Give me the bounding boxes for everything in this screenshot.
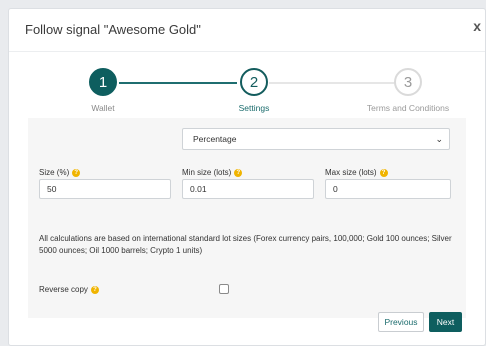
step-1-label: Wallet xyxy=(91,103,115,113)
chevron-down-icon: ⌄ xyxy=(435,134,443,144)
settings-panel: Percentage ⌄ Size (%) ? 50 Min size (lot… xyxy=(28,118,466,318)
step-3-circle: 3 xyxy=(394,68,422,96)
size-input[interactable]: 50 xyxy=(39,179,171,199)
reverse-copy-checkbox[interactable] xyxy=(219,284,229,294)
max-size-label-text: Max size (lots) xyxy=(325,168,377,177)
dialog-title: Follow signal "Awesome Gold" xyxy=(25,22,201,37)
min-size-label-text: Min size (lots) xyxy=(182,168,232,177)
stepper: 1 2 3 Wallet Settings Terms and Conditio… xyxy=(9,67,486,117)
help-icon[interactable]: ? xyxy=(90,285,99,294)
close-icon[interactable]: x xyxy=(473,18,481,34)
step-2-label: Settings xyxy=(238,103,270,113)
max-size-input[interactable]: 0 xyxy=(325,179,451,199)
step-connector-2 xyxy=(269,82,395,84)
reverse-copy-label: Reverse copy ? xyxy=(39,285,99,294)
size-label: Size (%) ? xyxy=(39,168,81,177)
next-button[interactable]: Next xyxy=(429,312,462,332)
size-label-text: Size (%) xyxy=(39,168,70,177)
min-size-label: Min size (lots) ? xyxy=(182,168,243,177)
max-size-label: Max size (lots) ? xyxy=(325,168,388,177)
help-icon[interactable]: ? xyxy=(379,168,388,177)
step-1-circle[interactable]: 1 xyxy=(89,68,117,96)
previous-button[interactable]: Previous xyxy=(378,312,424,332)
step-3-label: Terms and Conditions xyxy=(366,103,450,113)
reverse-copy-text: Reverse copy xyxy=(39,285,88,294)
help-icon[interactable]: ? xyxy=(234,168,243,177)
sizing-mode-select[interactable]: Percentage ⌄ xyxy=(182,128,450,150)
step-2-circle[interactable]: 2 xyxy=(240,68,268,96)
min-size-input[interactable]: 0.01 xyxy=(182,179,314,199)
header-divider xyxy=(9,51,485,52)
lot-size-note: All calculations are based on internatio… xyxy=(39,234,452,255)
step-connector-1 xyxy=(119,82,237,84)
help-icon[interactable]: ? xyxy=(72,168,81,177)
sizing-mode-value: Percentage xyxy=(193,134,237,144)
